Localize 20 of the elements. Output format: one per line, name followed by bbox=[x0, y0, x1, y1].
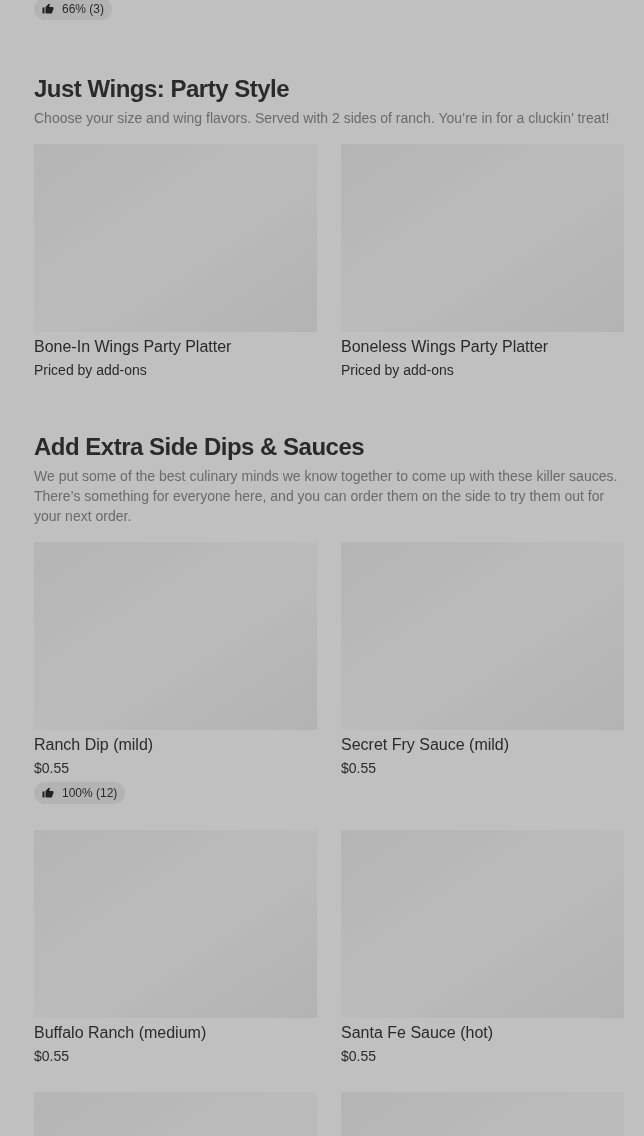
thumbs-up-icon bbox=[42, 787, 54, 799]
item-price: $0.55 bbox=[341, 1047, 378, 1066]
section-description: We put some of the best culinary minds we know together to come up with these killer sauces. There’s something for everyone here, and you can order them on the side to try them out for your next order. bbox=[34, 467, 619, 526]
item-name[interactable]: Ranch Dip (mild) bbox=[34, 734, 317, 756]
section-description: Choose your size and wing flavors. Served with 2 sides of ranch. You’re in for a cluckin’ treat! bbox=[34, 109, 611, 128]
thumbs-up-icon bbox=[42, 3, 54, 15]
item-name[interactable]: Boneless Wings Party Platter bbox=[341, 336, 624, 358]
item-price: $0.55 bbox=[34, 759, 71, 778]
rating-badge: 66% (3) bbox=[34, 0, 113, 20]
item-price: $0.55 bbox=[341, 759, 378, 778]
item-price: Priced by add-ons bbox=[34, 361, 148, 380]
item-price: $0.55 bbox=[34, 1047, 71, 1066]
item-price: Priced by add-ons bbox=[341, 361, 455, 380]
section-title: Add Extra Side Dips & Sauces bbox=[34, 432, 366, 462]
rating-badge: 100% (12) bbox=[34, 782, 126, 804]
section-title: Just Wings: Party Style bbox=[34, 74, 291, 104]
item-name[interactable]: Bone-In Wings Party Platter bbox=[34, 336, 317, 358]
item-name[interactable]: Secret Fry Sauce (mild) bbox=[341, 734, 624, 756]
item-name[interactable]: Santa Fe Sauce (hot) bbox=[341, 1022, 624, 1044]
item-name[interactable]: Buffalo Ranch (medium) bbox=[34, 1022, 317, 1044]
